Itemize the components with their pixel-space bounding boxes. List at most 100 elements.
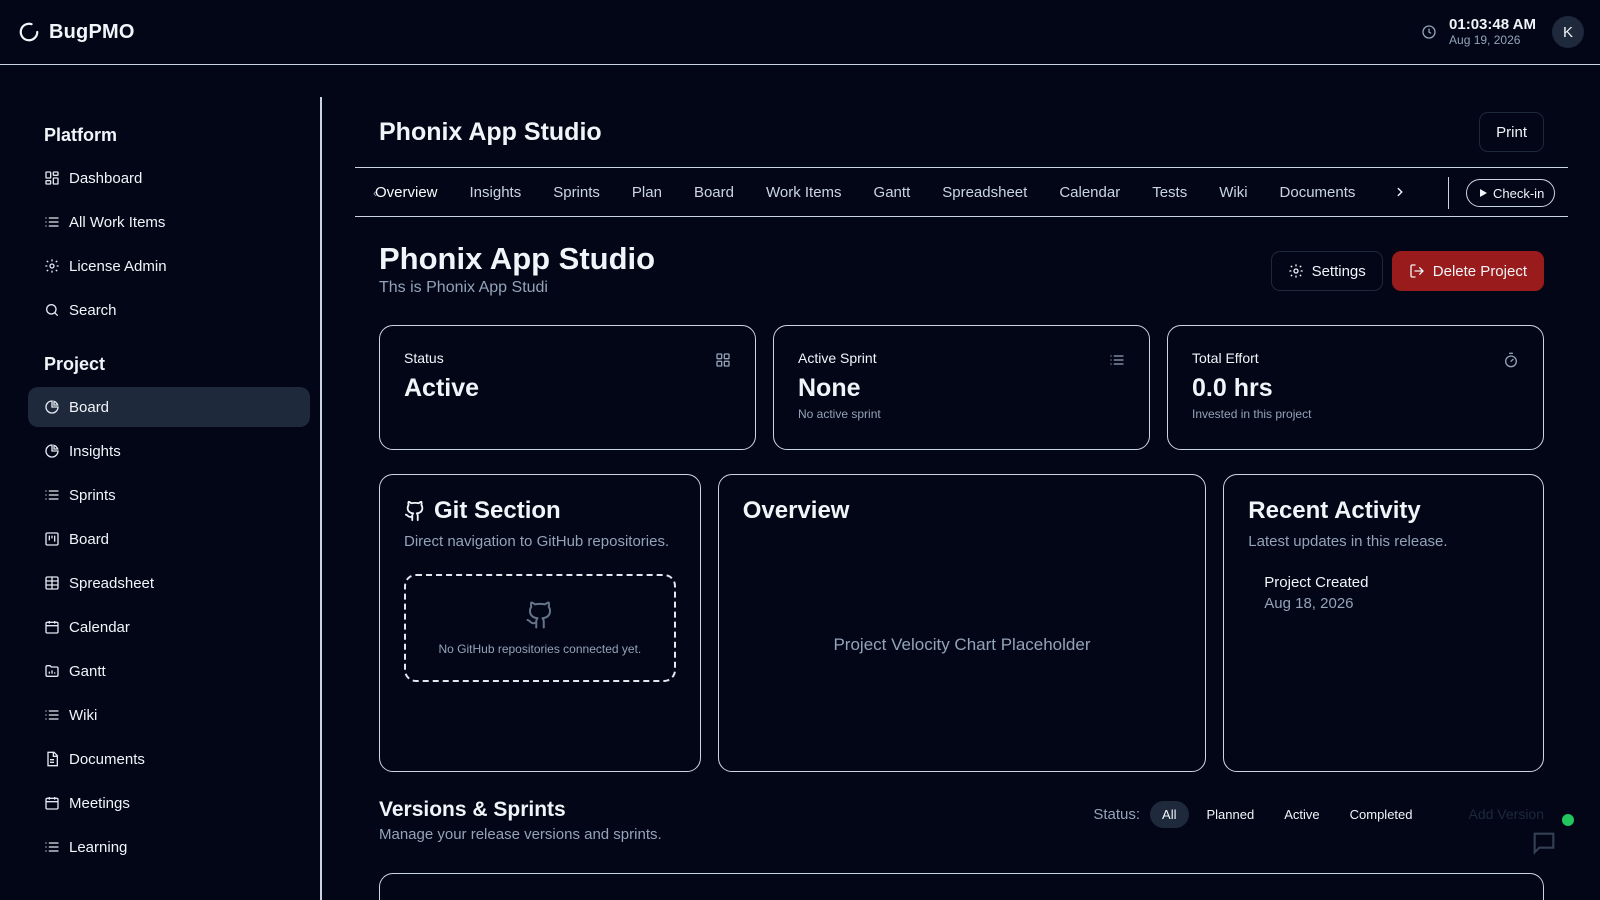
gear-icon — [44, 258, 60, 274]
sidebar-item-insights[interactable]: Insights — [28, 431, 310, 471]
sidebar-item-label: Learning — [69, 838, 128, 856]
settings-button[interactable]: Settings — [1270, 251, 1383, 291]
gear-icon — [1288, 263, 1304, 279]
git-section-title: Git Section — [404, 497, 676, 525]
sidebar-item-label: Documents — [69, 750, 145, 768]
avatar[interactable]: K — [1552, 16, 1584, 48]
tab-board[interactable]: Board — [694, 184, 734, 201]
play-icon — [1477, 187, 1489, 199]
chevron-right-icon[interactable] — [1393, 185, 1407, 199]
page-title: Phonix App Studio — [379, 117, 602, 146]
recent-activity-card: Recent Activity Latest updates in this r… — [1223, 474, 1544, 772]
pie-chart-icon — [44, 443, 60, 459]
sidebar-item-dashboard[interactable]: Dashboard — [28, 158, 310, 198]
sidebar-item-calendar[interactable]: Calendar — [28, 607, 310, 647]
search-icon — [44, 302, 60, 318]
overview-cards: Git Section Direct navigation to GitHub … — [355, 474, 1568, 772]
active-sprint-sub: No active sprint — [798, 407, 881, 421]
sidebar-item-board[interactable]: Board — [28, 387, 310, 427]
main-content: Phonix App Studio Print ‹ Overview Insig… — [355, 97, 1568, 900]
tab-documents[interactable]: Documents — [1280, 184, 1356, 201]
activity-date: Aug 18, 2026 — [1264, 595, 1354, 612]
sidebar: Platform Dashboard All Work Items Licens… — [0, 97, 322, 900]
filter-active[interactable]: Active — [1272, 801, 1331, 828]
tab-divider — [1448, 177, 1449, 209]
sidebar-item-label: Wiki — [69, 706, 98, 724]
sidebar-item-label: License Admin — [69, 257, 167, 275]
sidebar-item-sprints[interactable]: Sprints — [28, 475, 310, 515]
filter-planned[interactable]: Planned — [1195, 801, 1267, 828]
sidebar-group-project: Project — [44, 354, 106, 374]
print-button[interactable]: Print — [1479, 112, 1544, 152]
tab-calendar[interactable]: Calendar — [1059, 184, 1120, 201]
tab-insights[interactable]: Insights — [470, 184, 522, 201]
sidebar-item-meetings[interactable]: Meetings — [28, 783, 310, 823]
calendar-icon — [44, 619, 60, 635]
calendar-icon — [44, 795, 60, 811]
project-description: Ths is Phonix App Studi — [379, 279, 548, 296]
total-effort-card: Total Effort 0.0 hrs Invested in this pr… — [1167, 325, 1544, 450]
tab-overview[interactable]: Overview — [375, 184, 438, 201]
tab-gantt[interactable]: Gantt — [874, 184, 911, 201]
sidebar-item-label: Meetings — [69, 794, 130, 812]
velocity-chart-placeholder: Project Velocity Chart Placeholder — [833, 635, 1091, 654]
sidebar-item-board-kanban[interactable]: Board — [28, 519, 310, 559]
recent-activity-title: Recent Activity — [1248, 497, 1421, 524]
chat-icon[interactable] — [1530, 829, 1558, 857]
git-section-title-text: Git Section — [434, 497, 561, 524]
sidebar-item-search[interactable]: Search — [28, 290, 310, 330]
check-in-label: Check-in — [1493, 185, 1545, 201]
versions-section-header: Versions & Sprints Manage your release v… — [355, 798, 1568, 843]
filter-completed[interactable]: Completed — [1338, 801, 1425, 828]
folder-chart-icon — [44, 663, 60, 679]
sidebar-item-documents[interactable]: Documents — [28, 739, 310, 779]
sidebar-item-label: Insights — [69, 442, 121, 460]
logout-icon — [1409, 263, 1425, 279]
project-header: Phonix App Studio Ths is Phonix App Stud… — [355, 217, 1568, 325]
check-in-button[interactable]: Check-in — [1466, 179, 1556, 207]
clock-time: 01:03:48 AM — [1449, 16, 1536, 34]
sidebar-item-label: All Work Items — [69, 213, 166, 231]
clock-date: Aug 19, 2026 — [1449, 32, 1521, 47]
sidebar-item-license-admin[interactable]: License Admin — [28, 246, 310, 286]
sidebar-item-label: Sprints — [69, 486, 116, 504]
sidebar-item-gantt[interactable]: Gantt — [28, 651, 310, 691]
pie-chart-icon — [44, 399, 60, 415]
add-version-button[interactable]: Add Version — [1469, 806, 1545, 822]
sidebar-item-wiki[interactable]: Wiki — [28, 695, 310, 735]
recent-activity-subtitle: Latest updates in this release. — [1248, 533, 1448, 550]
github-icon — [525, 600, 555, 630]
chevron-left-icon[interactable]: ‹ — [373, 186, 377, 200]
sidebar-item-learning[interactable]: Learning — [28, 827, 310, 867]
tab-spreadsheet[interactable]: Spreadsheet — [942, 184, 1027, 201]
delete-project-button[interactable]: Delete Project — [1391, 251, 1544, 291]
delete-project-label: Delete Project — [1432, 262, 1527, 280]
git-section-subtitle: Direct navigation to GitHub repositories… — [404, 533, 670, 550]
list-icon — [44, 839, 60, 855]
total-effort-value: 0.0 hrs — [1192, 374, 1273, 402]
tab-tests[interactable]: Tests — [1152, 184, 1187, 201]
document-icon — [44, 751, 60, 767]
tab-work-items[interactable]: Work Items — [766, 184, 842, 201]
activity-item: Project Created Aug 18, 2026 — [1248, 574, 1519, 612]
status-label: Status — [404, 350, 444, 366]
sidebar-item-spreadsheet[interactable]: Spreadsheet — [28, 563, 310, 603]
brand[interactable]: BugPMO — [18, 21, 135, 44]
dashboard-grid-icon — [44, 170, 60, 186]
settings-label: Settings — [1311, 262, 1366, 280]
sidebar-item-all-work-items[interactable]: All Work Items — [28, 202, 310, 242]
clock-icon — [1421, 24, 1437, 40]
tab-sprints[interactable]: Sprints — [553, 184, 600, 201]
top-bar: BugPMO 01:03:48 AM Aug 19, 2026 K — [0, 0, 1600, 65]
overview-title: Overview — [742, 497, 850, 524]
tab-wiki[interactable]: Wiki — [1219, 184, 1247, 201]
filter-all[interactable]: All — [1150, 800, 1189, 828]
project-tabs: ‹ Overview Insights Sprints Plan Board W… — [355, 167, 1568, 217]
sidebar-item-label: Dashboard — [69, 169, 143, 187]
status-filter-label: Status: — [1093, 805, 1141, 823]
dashboard-grid-icon — [715, 352, 731, 368]
tab-plan[interactable]: Plan — [632, 184, 662, 201]
clock: 01:03:48 AM Aug 19, 2026 — [1449, 16, 1536, 47]
active-sprint-value: None — [798, 374, 861, 402]
total-effort-label: Total Effort — [1192, 350, 1259, 366]
